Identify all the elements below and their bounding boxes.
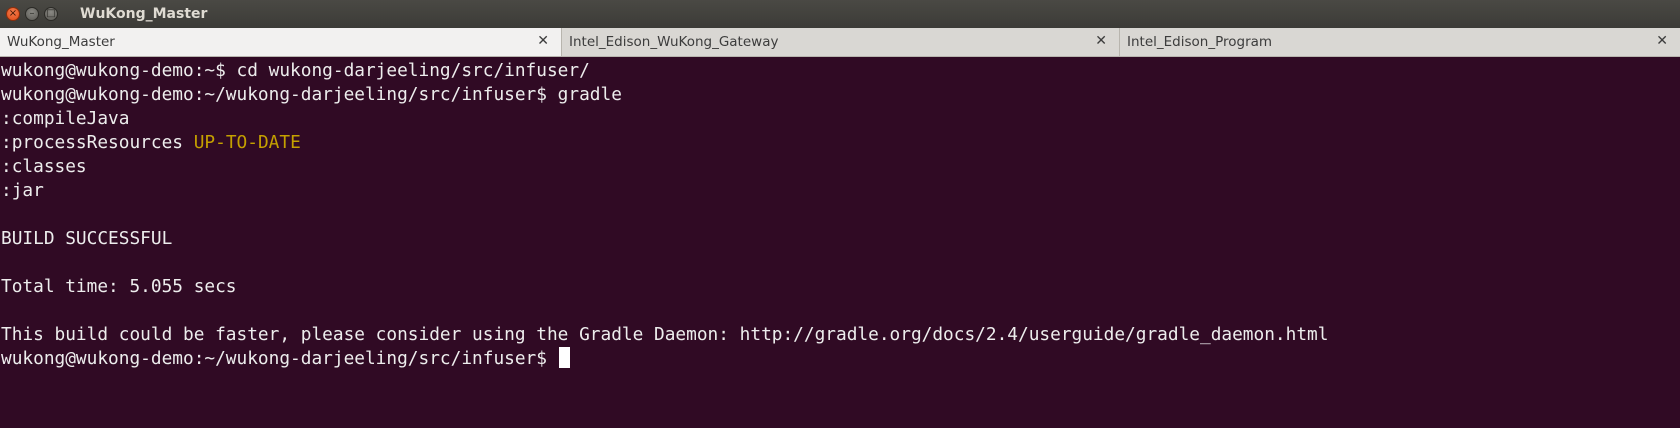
tab-intel-edison-program[interactable]: Intel_Edison_Program ✕ — [1120, 28, 1680, 56]
tab-label: WuKong_Master — [7, 34, 115, 50]
terminal-line: :processResources UP-TO-DATE — [1, 131, 1680, 155]
tab-close-icon[interactable]: ✕ — [1095, 33, 1107, 49]
title-bar[interactable]: × – □ WuKong_Master — [0, 0, 1680, 28]
terminal-line: wukong@wukong-demo:~/wukong-darjeeling/s… — [1, 84, 622, 105]
build-status-line: BUILD SUCCESSFUL — [1, 228, 173, 249]
window-title: WuKong_Master — [80, 6, 208, 22]
terminal-line: :compileJava — [1, 108, 130, 129]
terminal-line: :classes — [1, 156, 87, 177]
up-to-date-status: UP-TO-DATE — [193, 132, 301, 153]
tab-label: Intel_Edison_WuKong_Gateway — [569, 34, 779, 50]
tab-close-icon[interactable]: ✕ — [1656, 33, 1668, 49]
terminal-line-text: :processResources — [1, 132, 183, 153]
window-close-icon[interactable]: × — [6, 7, 20, 21]
tab-label: Intel_Edison_Program — [1127, 34, 1273, 50]
text-cursor — [558, 347, 570, 368]
prompt-text: wukong@wukong-demo:~/wukong-darjeeling/s… — [1, 348, 558, 369]
terminal-line: wukong@wukong-demo:~$ cd wukong-darjeeli… — [1, 60, 590, 81]
tab-bar: WuKong_Master ✕ Intel_Edison_WuKong_Gate… — [0, 28, 1680, 57]
window-maximize-icon[interactable]: □ — [44, 7, 58, 21]
window-minimize-icon[interactable]: – — [25, 7, 39, 21]
daemon-hint-line: This build could be faster, please consi… — [1, 324, 1329, 345]
tab-intel-edison-wukong-gateway[interactable]: Intel_Edison_WuKong_Gateway ✕ — [562, 28, 1120, 56]
prompt-line[interactable]: wukong@wukong-demo:~/wukong-darjeeling/s… — [1, 347, 1680, 371]
terminal-window: × – □ WuKong_Master WuKong_Master ✕ Inte… — [0, 0, 1680, 428]
terminal-line: :jar — [1, 180, 44, 201]
terminal-output[interactable]: wukong@wukong-demo:~$ cd wukong-darjeeli… — [0, 57, 1680, 428]
tab-wukong-master[interactable]: WuKong_Master ✕ — [0, 28, 562, 56]
total-time-line: Total time: 5.055 secs — [1, 276, 237, 297]
tab-close-icon[interactable]: ✕ — [537, 33, 549, 49]
